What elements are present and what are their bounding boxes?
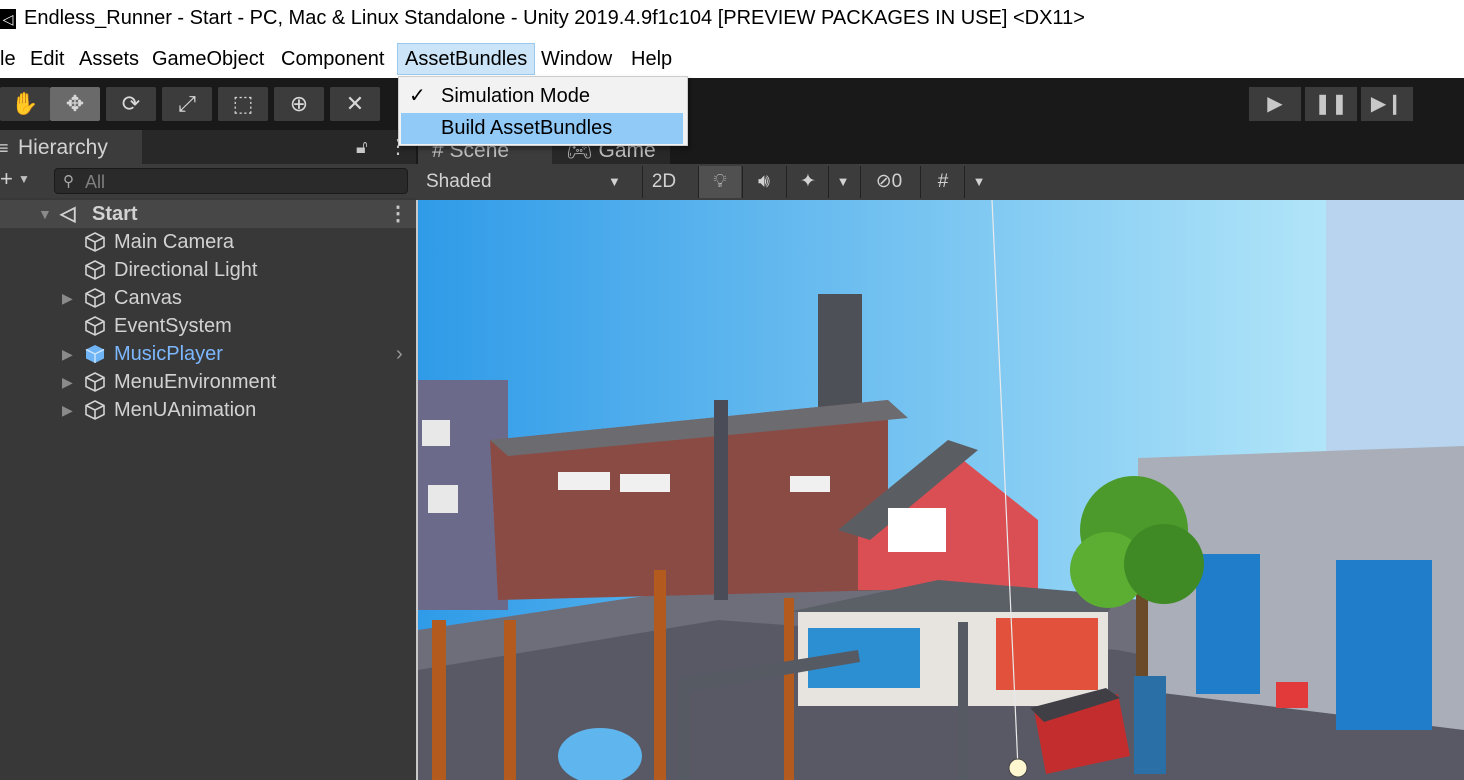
- search-icon: ⚲: [63, 173, 74, 190]
- play-icon[interactable]: ▶: [1249, 87, 1301, 121]
- item-label: MenuEnvironment: [114, 371, 277, 393]
- scene-toolbar: Shaded ▼ 2D 💡︎ 🔊︎ ✦ ▼ ⊘0 # ▼: [416, 164, 1464, 200]
- hierarchy-list: ▼ ◁ Start ⋮ Main Camera Directional Ligh…: [0, 198, 416, 780]
- chevron-down-icon[interactable]: ▼: [964, 166, 993, 198]
- item-label: Main Camera: [114, 231, 235, 253]
- menu-assetbundles[interactable]: AssetBundles: [397, 43, 536, 75]
- list-item[interactable]: ▶ MenuEnvironment: [0, 368, 416, 396]
- chevron-down-icon[interactable]: ▼: [828, 166, 857, 198]
- item-label: MusicPlayer: [114, 343, 223, 365]
- gameobject-cube-icon: [85, 288, 105, 308]
- rect-icon[interactable]: ⬚: [218, 87, 268, 121]
- transform-icon[interactable]: ⊕: [274, 87, 324, 121]
- menu-help[interactable]: Help: [624, 44, 679, 74]
- gameobject-cube-icon: [85, 316, 105, 336]
- chevron-down-icon: ▼: [608, 174, 621, 189]
- gameobject-cube-icon: [85, 372, 105, 392]
- lock-icon[interactable]: 🔓︎: [356, 137, 370, 157]
- menu-component[interactable]: Component: [274, 44, 391, 74]
- window-title: Endless_Runner - Start - PC, Mac & Linux…: [24, 7, 1085, 29]
- scene-name: Start: [92, 203, 138, 225]
- gameobject-cube-icon: [85, 260, 105, 280]
- search-input[interactable]: ⚲ All: [54, 168, 408, 194]
- tab-label: Hierarchy: [18, 136, 108, 159]
- pause-icon[interactable]: ❚❚: [1305, 87, 1357, 121]
- hidden-count: 0: [891, 171, 903, 192]
- menu-item-build-assetbundles[interactable]: Build AssetBundles: [401, 113, 683, 144]
- expand-arrow-icon[interactable]: ▶: [62, 368, 73, 396]
- menu-gameobject[interactable]: GameObject: [145, 44, 271, 74]
- list-item[interactable]: Main Camera: [0, 228, 416, 256]
- scale-icon[interactable]: ⤢: [162, 87, 212, 121]
- list-item[interactable]: EventSystem: [0, 312, 416, 340]
- menu-edit[interactable]: Edit: [23, 44, 71, 74]
- hierarchy-toolbar: + ▼ ⚲ All: [0, 164, 416, 198]
- custom-tool-icon[interactable]: ✕: [330, 87, 380, 121]
- shading-mode-dropdown[interactable]: Shaded ▼: [416, 166, 632, 198]
- scene-options-icon[interactable]: ⋮: [388, 200, 408, 228]
- list-item[interactable]: ▶ MusicPlayer ›: [0, 340, 416, 368]
- hidden-objects-toggle[interactable]: ⊘0: [860, 166, 917, 198]
- menu-item-label: Build AssetBundles: [441, 117, 613, 139]
- hand-icon[interactable]: ✋: [0, 87, 50, 121]
- search-placeholder: All: [85, 172, 106, 192]
- shading-mode-label: Shaded: [426, 171, 492, 192]
- scene-viewport[interactable]: [418, 200, 1464, 780]
- effects-toggle-icon[interactable]: ✦: [786, 166, 829, 198]
- chevron-down-icon[interactable]: ▼: [18, 172, 30, 186]
- list-item[interactable]: ▶ Canvas: [0, 284, 416, 312]
- list-item[interactable]: Directional Light: [0, 256, 416, 284]
- item-label: EventSystem: [114, 315, 232, 337]
- menu-assets[interactable]: Assets: [72, 44, 146, 74]
- move-icon[interactable]: ✥: [50, 87, 100, 121]
- expand-arrow-icon[interactable]: ▼: [38, 200, 52, 228]
- item-label: Directional Light: [114, 259, 258, 281]
- menu-file[interactable]: le: [0, 44, 23, 74]
- add-icon[interactable]: +: [0, 166, 13, 192]
- hierarchy-panel: ≡ Hierarchy 🔓︎ ⋮ + ▼ ⚲ All ▼ ◁ Start ⋮ M…: [0, 130, 416, 780]
- audio-toggle-icon[interactable]: 🔊︎: [742, 166, 785, 198]
- prefab-cube-icon: [85, 345, 105, 363]
- lighting-toggle-icon[interactable]: 💡︎: [698, 166, 741, 198]
- toggle-2d-button[interactable]: 2D: [642, 166, 685, 198]
- item-label: MenUAnimation: [114, 399, 257, 421]
- menu-item-simulation-mode[interactable]: ✓ Simulation Mode: [401, 81, 683, 112]
- item-label: Canvas: [114, 287, 182, 309]
- gameobject-cube-icon: [85, 232, 105, 252]
- chevron-right-icon[interactable]: ›: [396, 340, 403, 368]
- tab-hierarchy[interactable]: ≡ Hierarchy: [0, 130, 142, 164]
- scene-icon: ◁: [60, 203, 76, 225]
- main-toolbar: ✋ ✥ ⟳ ⤢ ⬚ ⊕ ✕ ▶ ❚❚ ▶❙: [0, 78, 1464, 130]
- step-icon[interactable]: ▶❙: [1361, 87, 1413, 121]
- assetbundles-dropdown: ✓ Simulation Mode Build AssetBundles: [398, 76, 688, 146]
- menu-window[interactable]: Window: [534, 44, 619, 74]
- scene-render: [418, 200, 1464, 780]
- expand-arrow-icon[interactable]: ▶: [62, 340, 73, 368]
- menu-lines-icon: ≡: [0, 138, 9, 158]
- title-bar: ◁ Endless_Runner - Start - PC, Mac & Lin…: [0, 0, 1464, 38]
- rotate-icon[interactable]: ⟳: [106, 87, 156, 121]
- expand-arrow-icon[interactable]: ▶: [62, 396, 73, 424]
- grid-toggle-icon[interactable]: #: [920, 166, 965, 198]
- scene-row[interactable]: ▼ ◁ Start ⋮: [0, 200, 416, 228]
- checkmark-icon: ✓: [409, 85, 426, 107]
- unity-logo-icon: ◁: [0, 9, 16, 29]
- menu-item-label: Simulation Mode: [441, 85, 590, 107]
- gameobject-cube-icon: [85, 400, 105, 420]
- eye-slash-icon: ⊘: [875, 171, 892, 192]
- list-item[interactable]: ▶ MenUAnimation: [0, 396, 416, 424]
- tab-strip: [142, 130, 416, 164]
- expand-arrow-icon[interactable]: ▶: [62, 284, 73, 312]
- menu-bar: le Edit Assets GameObject Component Asse…: [0, 38, 1464, 78]
